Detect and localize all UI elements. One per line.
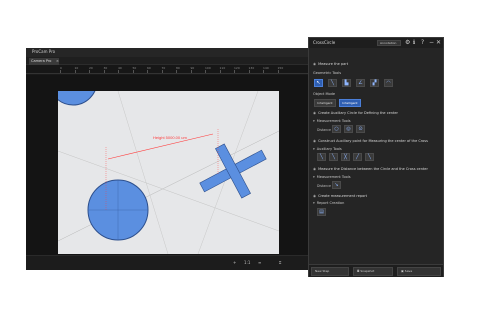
horizontal-ruler: 0 10 20 30 40 50 60 70 80 90 100 110 120 130 140 150 [26,65,313,74]
ruler-tick-mark [219,70,221,73]
distance-tool-button[interactable]: ↘ [332,181,341,189]
ruler-tick-mark [103,70,105,73]
ruler-tick-mark [161,70,163,73]
panel-title: CrossCircle [313,40,336,45]
tab-bar: Camera Pro × [26,57,313,65]
crosshair-icon[interactable]: + [233,260,236,265]
measurement-tools-label: ▾ Measurement Tools [313,119,351,123]
point-tool-button[interactable]: ↖ [314,79,323,87]
angle-tool-button[interactable]: ∠ [356,79,365,87]
report-icon-button[interactable]: ▤ [317,208,326,216]
title-bar: ProCam Pro [26,48,313,57]
circle-tool-button[interactable]: ○ [332,125,341,133]
new-step-button[interactable]: New Step [311,267,349,276]
tool-panel: CrossCircle Annotation ⚙ ℹ ? − ✕ ◉ Measur… [308,37,444,277]
help-icon[interactable]: ? [421,39,424,46]
auxiliary-tools-label: ▾ Auxiliary Tools [313,147,342,151]
ruler-tick-mark [176,70,177,73]
gear-icon[interactable]: ⚙ [405,39,410,46]
object-mode-option-2[interactable]: Intelligent [339,99,361,107]
menu-icon[interactable]: ≡ [258,260,261,265]
circle-center-button[interactable]: ⊙ [356,125,365,133]
snapshot-label: Snapshot [360,269,375,273]
ruler-tick-mark [190,70,192,73]
circle-fit-button[interactable]: ◎ [344,125,353,133]
panel-header: CrossCircle Annotation ⚙ ℹ ? − ✕ [309,38,443,48]
status-bar: + 1:1 ≡ ⌗ [26,255,313,270]
close-icon[interactable]: × [56,59,59,63]
report-creation-label: ▾ Report Creation [313,201,345,205]
distance-label: Distance [317,128,331,132]
save-button[interactable]: ▣ Save [397,267,441,276]
aux-tool-3-button[interactable]: ╳ [341,153,350,161]
rect-tool-button[interactable]: ▙ [342,79,351,87]
zoom-level[interactable]: 1:1 [244,260,250,265]
geometric-tools-label: Geometric Tools [313,71,342,75]
tab-label: Camera Pro [31,59,52,63]
save-label: Save [404,269,413,273]
measurement-overlay: Height 5000.00 um [58,91,279,254]
main-window: ProCam Pro Camera Pro × 0 10 20 30 40 50 60 70 8… [26,48,313,270]
ruler-tick-mark [277,70,279,73]
measure-distance-step[interactable]: ◉ Measure the Distance between the Circle… [313,167,428,171]
measure-distance-text: Measure the Distance between the Circle … [318,167,428,171]
app-title: ProCam Pro [32,49,56,54]
measure-title-text: Measure the part [318,62,349,66]
close-icon[interactable]: ✕ [436,39,441,46]
aux-tool-5-button[interactable]: ╲ [365,153,374,161]
ruler-tick-mark [263,70,264,73]
snapshot-button[interactable]: ◘ Snapshot [353,267,393,276]
aux-tool-1-button[interactable]: ╲ [317,153,326,161]
minimize-icon[interactable]: − [429,39,434,46]
line-tool-button[interactable]: ╲ [328,79,337,87]
camera-image[interactable]: Height 5000.00 um [58,91,279,254]
arc-tool-button[interactable]: ◠ [384,79,393,87]
tab-camera[interactable]: Camera Pro × [29,58,59,65]
top-circle [58,91,96,106]
auxiliary-point-text: Construct Auxiliary point for Measuring … [318,139,428,143]
measurement-tools-2-text: Measurement Tools [316,175,351,179]
object-mode-option-1[interactable]: Intelligent [314,99,336,107]
measurement-tools-text: Measurement Tools [316,119,351,123]
panel-footer: New Step ◘ Snapshot ▣ Save [309,264,443,277]
ruler-tick-mark [234,70,235,73]
ruler-tick-mark [147,70,148,73]
image-viewport[interactable]: Height 5000.00 um [26,75,313,255]
cross-shape [199,143,267,199]
object-mode-label: Object Mode [313,92,336,96]
mode-dropdown[interactable]: Annotation [377,40,401,46]
auxiliary-point-step[interactable]: ◉ Construct Auxiliary point for Measuring… [313,139,428,143]
ruler-tick-mark [248,70,250,73]
info-icon[interactable]: ℹ [413,39,415,46]
measurement-label: Height 5000.00 um [153,135,187,140]
aux-tool-4-button[interactable]: ╱ [353,153,362,161]
ruler-tick-mark [118,70,119,73]
auxiliary-circle-step[interactable]: ◉ Create Auxiliary Circle for Defining th… [313,111,398,115]
ruler-tick-mark [132,70,134,73]
report-creation-text: Report Creation [316,201,345,205]
create-report-text: Create measurement report [318,194,368,198]
aux-tool-2-button[interactable]: ╲ [329,153,338,161]
mode-dropdown-value: Annotation [380,41,397,45]
measurement-tools-2-label: ▾ Measurement Tools [313,175,351,179]
distance-label-2: Distance [317,184,331,188]
auxiliary-tools-text: Auxiliary Tools [316,147,342,151]
ruler-tick-mark [74,70,76,73]
polygon-tool-button[interactable]: ▞ [370,79,379,87]
ruler-tick-mark [60,70,61,73]
measure-title: ◉ Measure the part [313,62,349,66]
auxiliary-circle-text: Create Auxiliary Circle for Defining the… [318,111,398,115]
create-report-step[interactable]: ◉ Create measurement report [313,194,367,198]
ruler-tick-mark [89,70,90,73]
ruler-tick-mark [205,70,206,73]
grid-icon[interactable]: ⌗ [279,260,281,265]
